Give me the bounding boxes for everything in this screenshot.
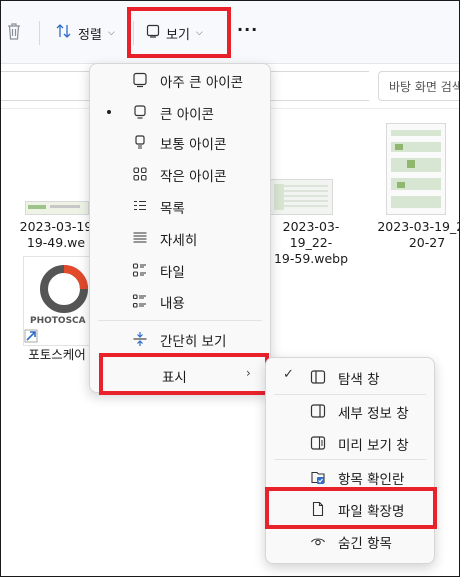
extra-large-icons-icon	[132, 72, 148, 88]
file-extensions-icon	[310, 501, 326, 517]
toolbar-divider	[133, 21, 134, 45]
view-menu-item-label: 보통 아이콘	[160, 137, 227, 153]
file-name[interactable]: 2023-03-19 19-49.we	[19, 219, 93, 251]
show-submenu: ✓ 탐색 창세부 정보 창미리 보기 창항목 확인란파일 확장명숨긴 항목	[265, 357, 435, 564]
show-submenu-item-4[interactable]: 파일 확장명	[266, 494, 434, 524]
file-name-line: 2023-03-19	[19, 219, 93, 234]
view-label: 보기	[166, 27, 190, 43]
view-menu-item-label: 목록	[160, 201, 185, 217]
file-thumbnail[interactable]	[269, 179, 333, 215]
trash-icon[interactable]	[7, 23, 21, 44]
show-submenu-item-1[interactable]: 세부 정보 창	[266, 396, 434, 426]
view-menu-item-4[interactable]: 목록	[90, 191, 270, 221]
navigation-pane-icon	[310, 369, 326, 385]
chevron-down-icon: ⌵	[195, 28, 203, 38]
view-icon	[146, 24, 160, 42]
file-name[interactable]: 포토스케어	[17, 347, 97, 363]
address-bar[interactable]	[1, 71, 102, 101]
show-submenu-item-label: 숨긴 항목	[338, 536, 392, 552]
file-name-line: 2023-03-19_22-	[377, 219, 459, 234]
sort-icon	[56, 23, 72, 43]
view-menu-item-8[interactable]: 간단히 보기	[90, 324, 270, 354]
show-submenu-item-label: 미리 보기 창	[338, 438, 409, 454]
medium-icons-icon	[132, 134, 148, 150]
file-name[interactable]: 2023-03-19_22- 20-27	[377, 219, 459, 251]
view-menu-item-0[interactable]: 아주 큰 아이콘	[90, 65, 270, 95]
file-thumbnail[interactable]	[25, 201, 89, 215]
file-name-line: 20-27	[408, 235, 446, 250]
large-icons-icon	[132, 104, 148, 120]
view-menu-item-label: 자세히	[160, 233, 198, 249]
show-submenu-item-label: 탐색 창	[338, 372, 380, 388]
selected-bullet-icon	[107, 110, 111, 114]
view-menu-item-2[interactable]: 보통 아이콘	[90, 127, 270, 157]
show-submenu-item-label: 세부 정보 창	[338, 406, 409, 422]
menu-separator	[98, 320, 262, 321]
compact-view-icon	[132, 331, 148, 347]
search-placeholder: 바탕 화면 검색	[389, 80, 460, 94]
chevron-down-icon: ⌵	[107, 28, 115, 38]
sort-label: 정렬	[78, 27, 102, 43]
menu-separator	[274, 394, 426, 395]
show-submenu-item-label: 파일 확장명	[338, 504, 405, 520]
list-icon	[132, 198, 148, 214]
show-submenu-item-label: 항목 확인란	[338, 472, 405, 488]
photoscape-shortcut-icon[interactable]: PHOTOSCA	[23, 256, 91, 346]
view-menu-item-5[interactable]: 자세히	[90, 223, 270, 253]
menu-separator	[98, 356, 262, 357]
tiles-icon	[132, 262, 148, 278]
view-menu-item-label: 내용	[160, 296, 185, 312]
file-name-line: 포토스케어	[28, 347, 86, 362]
sort-button[interactable]: 정렬 ⌵	[56, 21, 115, 45]
view-menu-item-1[interactable]: 큰 아이콘	[90, 97, 270, 127]
details-icon	[132, 230, 148, 246]
search-box[interactable]: 바탕 화면 검색	[378, 71, 460, 101]
show-submenu-item-2[interactable]: 미리 보기 창	[266, 428, 434, 458]
view-menu-item-7[interactable]: 내용	[90, 286, 270, 316]
show-label: 표시	[162, 370, 187, 386]
view-menu-item-label: 간단히 보기	[160, 334, 227, 350]
view-menu-item-label: 아주 큰 아이콘	[160, 75, 244, 91]
svg-text:PHOTOSCA: PHOTOSCA	[30, 316, 86, 326]
preview-pane-icon	[310, 435, 326, 451]
toolbar-divider	[39, 21, 40, 45]
view-button[interactable]: 보기 ⌵	[146, 21, 203, 45]
file-name-line: 19-59.webp	[273, 251, 349, 266]
file-name-line: 19-49.we	[26, 235, 86, 250]
view-menu-item-label: 큰 아이콘	[160, 107, 214, 123]
show-submenu-item-3[interactable]: 항목 확인란	[266, 462, 434, 492]
chevron-right-icon: ›	[246, 366, 251, 380]
menu-separator	[274, 459, 426, 460]
more-options-button[interactable]: ···	[237, 20, 258, 39]
address-bar-segment[interactable]	[269, 71, 369, 101]
command-bar: 정렬 ⌵ 보기 ⌵ ···	[1, 1, 459, 64]
content-icon	[132, 293, 148, 309]
file-name-line: 2023-03-19_22-	[282, 219, 340, 250]
view-menu-item-label: 작은 아이콘	[160, 169, 227, 185]
details-pane-icon	[310, 403, 326, 419]
view-menu-item-3[interactable]: 작은 아이콘	[90, 159, 270, 189]
hidden-items-icon	[310, 533, 326, 549]
view-menu: 아주 큰 아이콘큰 아이콘보통 아이콘작은 아이콘목록자세히타일내용간단히 보기…	[89, 63, 271, 393]
item-checkboxes-icon	[310, 469, 326, 485]
show-submenu-item-5[interactable]: 숨긴 항목	[266, 526, 434, 556]
file-name[interactable]: 2023-03-19_22- 19-59.webp	[263, 219, 359, 267]
show-submenu-item-0[interactable]: ✓ 탐색 창	[266, 362, 434, 392]
file-thumbnail[interactable]	[386, 123, 446, 215]
view-menu-item-6[interactable]: 타일	[90, 255, 270, 285]
view-menu-item-label: 타일	[160, 265, 185, 281]
checkmark-icon: ✓	[283, 367, 294, 382]
small-icons-icon	[132, 166, 148, 182]
view-menu-item-show[interactable]: 표시 ›	[90, 360, 270, 390]
file-explorer-window: 정렬 ⌵ 보기 ⌵ ··· 바탕 화면 검색 2023-03-19 19-49.…	[0, 0, 460, 577]
